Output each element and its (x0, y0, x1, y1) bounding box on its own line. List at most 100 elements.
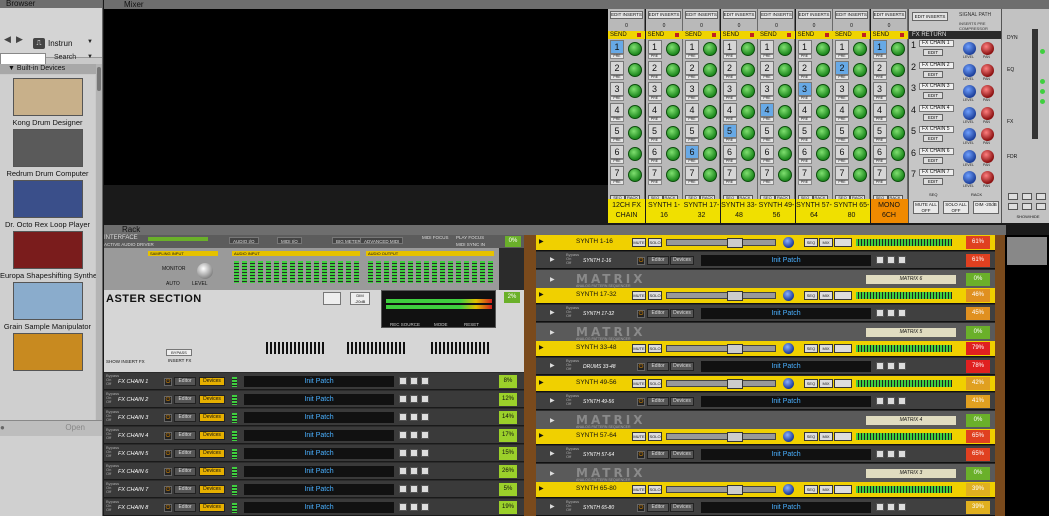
master-button-3[interactable] (1036, 193, 1046, 200)
send-level-knob[interactable] (628, 63, 642, 77)
patch-up-down-icon[interactable] (876, 450, 884, 458)
pan-knob[interactable] (783, 343, 794, 354)
save-icon[interactable] (421, 503, 429, 511)
power-icon[interactable]: ⏻ (164, 432, 172, 440)
fx-edit-button[interactable]: EDIT (923, 113, 943, 121)
send-level-knob[interactable] (890, 42, 905, 56)
pre-button[interactable]: PRE (722, 159, 737, 164)
fx-level-knob[interactable] (963, 128, 976, 141)
send-level-knob[interactable] (815, 84, 830, 98)
master-button-5[interactable] (1022, 203, 1032, 210)
devices-button[interactable]: Devices (199, 485, 225, 494)
send-level-knob[interactable] (665, 168, 680, 182)
pre-button[interactable]: PRE (797, 159, 812, 164)
send-level-knob[interactable] (703, 84, 717, 98)
fold-arrow-icon[interactable]: ▶ (539, 238, 544, 245)
send-button[interactable]: 1 (872, 40, 887, 54)
pre-button[interactable]: PRE (872, 75, 887, 80)
solo-button[interactable]: SOLO (648, 485, 662, 494)
pre-button[interactable]: PRE (685, 75, 699, 80)
send-button[interactable]: 6 (835, 145, 849, 159)
pan-knob[interactable] (783, 378, 794, 389)
channel-name[interactable]: MONO 6CH (870, 199, 908, 223)
fold-arrow-icon[interactable]: ▶ (550, 362, 555, 369)
fx-edit-button[interactable]: EDIT (923, 49, 943, 56)
send-level-knob[interactable] (890, 147, 905, 161)
fader-handle[interactable] (727, 344, 743, 354)
solo-button[interactable]: SOLO (648, 238, 662, 247)
fx-pan-knob[interactable] (981, 106, 994, 120)
send-level-knob[interactable] (740, 147, 755, 161)
patch-up-down-icon[interactable] (399, 503, 407, 511)
open-button[interactable]: Open (65, 423, 85, 432)
folder-icon[interactable] (410, 431, 418, 439)
pre-button[interactable]: PRE (685, 180, 699, 185)
mute-button[interactable]: MUTE (632, 432, 646, 441)
folder-icon[interactable] (410, 377, 418, 385)
power-icon[interactable]: ⏻ (164, 414, 172, 422)
pre-button[interactable]: PRE (760, 96, 774, 101)
power-icon[interactable]: ⏻ (164, 468, 172, 476)
fold-arrow-icon[interactable]: ▶ (550, 329, 555, 336)
pre-button[interactable]: PRE (647, 54, 662, 59)
seq-button[interactable]: SEQ (804, 344, 818, 353)
seq-button[interactable]: SEQ (804, 485, 818, 494)
fx-pan-knob[interactable] (981, 171, 994, 184)
fx-pan-knob[interactable] (981, 149, 994, 163)
fader-handle[interactable] (727, 238, 743, 248)
pre-button[interactable]: PRE (835, 138, 849, 143)
send-level-knob[interactable] (628, 105, 642, 119)
edit-inserts-button[interactable]: EDIT INSERTS (835, 11, 868, 19)
send-level-knob[interactable] (815, 126, 830, 140)
editor-button[interactable]: Editor (174, 503, 196, 512)
seq-button[interactable]: SEQ (804, 379, 818, 388)
master-button-1[interactable] (1008, 193, 1018, 200)
pre-button[interactable]: PRE (610, 75, 624, 80)
editor-button[interactable]: Editor (647, 397, 669, 406)
send-level-knob[interactable] (740, 42, 755, 56)
send-level-knob[interactable] (665, 105, 680, 119)
devices-button[interactable]: Devices (670, 397, 694, 406)
pre-button[interactable]: PRE (760, 75, 774, 80)
folder-icon[interactable] (410, 467, 418, 475)
patch-name[interactable]: Init Patch (244, 466, 394, 477)
patch-name[interactable]: Init Patch (244, 430, 394, 441)
pre-button[interactable]: PRE (835, 75, 849, 80)
eq-display-icon[interactable] (834, 432, 852, 441)
eq-button[interactable] (323, 292, 341, 305)
editor-button[interactable]: Editor (174, 449, 196, 458)
send-button[interactable]: 1 (647, 40, 662, 54)
channel-fader[interactable] (666, 485, 776, 495)
channel-name[interactable]: SYNTH 65-80 (833, 199, 870, 223)
folder-icon[interactable] (410, 485, 418, 493)
channel-name[interactable]: SYNTH 33-48 (720, 199, 758, 223)
send-button[interactable]: 3 (835, 82, 849, 96)
save-icon[interactable] (898, 256, 906, 264)
patch-name[interactable]: Init Patch (701, 255, 871, 266)
send-level-knob[interactable] (703, 63, 717, 77)
device-item[interactable]: Redrum Drum Computer (0, 129, 95, 178)
master-button-6[interactable] (1036, 203, 1046, 210)
master-button-2[interactable] (1022, 193, 1032, 200)
bypass-switch[interactable]: Bypass On Off (566, 253, 579, 265)
pre-button[interactable]: PRE (647, 75, 662, 80)
pre-button[interactable]: PRE (872, 54, 887, 59)
pre-button[interactable]: PRE (610, 180, 624, 185)
send-level-knob[interactable] (890, 105, 905, 119)
patch-up-down-icon[interactable] (876, 397, 884, 405)
pre-button[interactable]: PRE (835, 96, 849, 101)
send-button[interactable]: 1 (797, 40, 812, 54)
pre-button[interactable]: PRE (685, 96, 699, 101)
hw-tab[interactable]: ADVANCED MIDI (360, 237, 404, 244)
browser-scrollbar[interactable] (96, 64, 102, 420)
send-button[interactable]: 2 (835, 61, 849, 75)
channel-name[interactable]: SYNTH 17-32 (683, 199, 720, 223)
edit-inserts-button[interactable]: EDIT INSERTS (610, 11, 643, 19)
fx-pan-knob[interactable] (981, 128, 994, 141)
fx-level-knob[interactable] (963, 106, 976, 120)
pre-button[interactable]: PRE (722, 54, 737, 59)
midi-focus-label[interactable]: MIDI FOCUS (422, 235, 449, 240)
send-button[interactable]: 1 (835, 40, 849, 54)
mix-button[interactable]: MIX (819, 291, 833, 300)
fold-arrow-icon[interactable]: ▶ (550, 309, 555, 316)
